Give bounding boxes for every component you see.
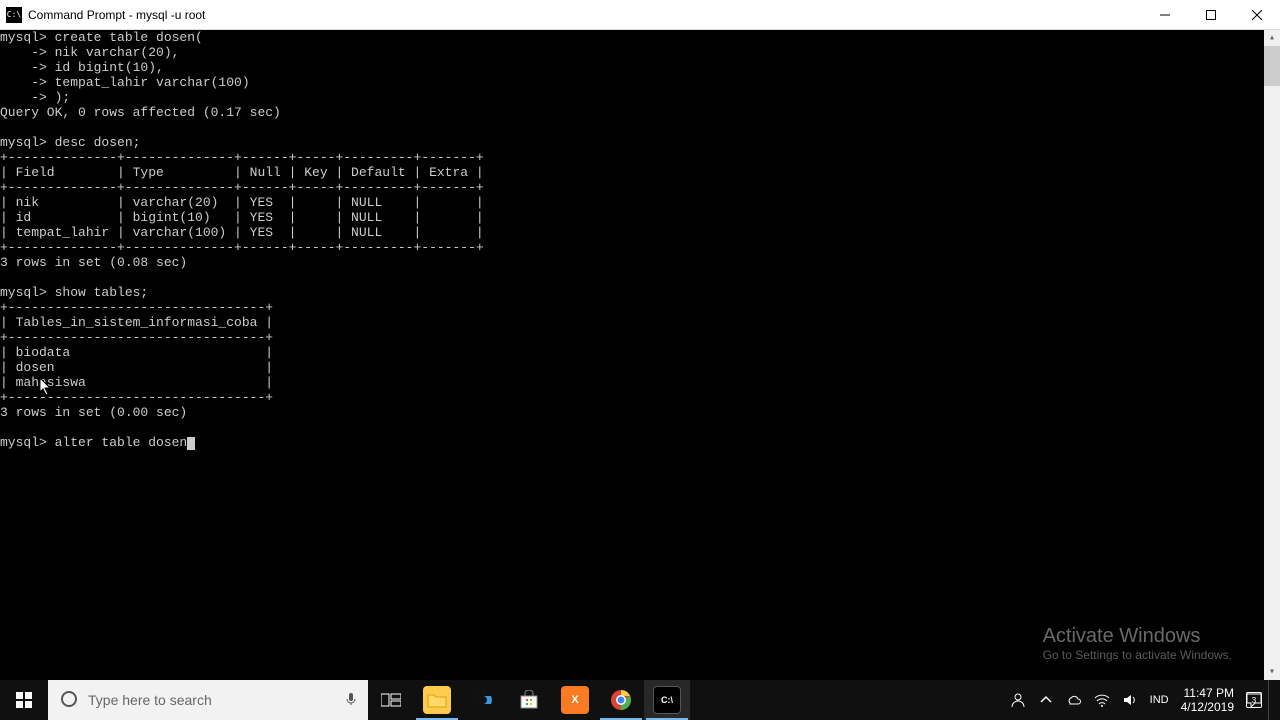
term-line: 3 rows in set (0.00 sec) [0,405,187,420]
watermark-title: Activate Windows [1043,625,1232,648]
scroll-track[interactable] [1264,46,1280,664]
tray-clock[interactable]: 11:47 PM 4/12/2019 [1175,680,1240,720]
term-line: | id | bigint(10) | YES | | NULL | | [0,210,484,225]
term-line: | nik | varchar(20) | YES | | NULL | | [0,195,484,210]
term-line: -> tempat_lahir varchar(100) [0,75,250,90]
cmd-icon: C:\ [6,7,22,23]
scroll-thumb[interactable] [1264,46,1280,86]
term-line: mysql> desc dosen; [0,135,140,150]
taskbar-app-store[interactable] [506,680,552,720]
tray-ime-label: IND [1150,694,1169,706]
mic-icon[interactable] [344,692,358,709]
taskbar: Type here to search X C:\ [0,680,1280,720]
search-placeholder: Type here to search [88,692,212,708]
term-line: | tempat_lahir | varchar(100) | YES | | … [0,225,484,240]
folder-icon [423,686,451,714]
taskbar-search[interactable]: Type here to search [48,680,368,720]
taskbar-app-cmd[interactable]: C:\ [644,680,690,720]
term-line: +---------------------------------+ [0,300,273,315]
maximize-button[interactable] [1188,0,1234,30]
term-line: +--------------+--------------+------+--… [0,180,484,195]
taskbar-app-chrome[interactable] [598,680,644,720]
vertical-scrollbar[interactable]: ▴ ▾ [1264,30,1280,680]
xampp-icon: X [561,686,589,714]
tray-network-icon[interactable] [1088,680,1116,720]
store-icon [515,686,543,714]
close-button[interactable] [1234,0,1280,30]
tray-onedrive-icon[interactable] [1060,680,1088,720]
tray-people-icon[interactable] [1004,680,1032,720]
tray-ime[interactable]: IND [1144,680,1175,720]
tray-date: 4/12/2019 [1181,700,1234,714]
notif-count: 3 [1252,696,1256,705]
show-desktop-button[interactable] [1268,680,1274,720]
term-line: mysql> create table dosen( [0,30,203,45]
taskbar-app-xampp[interactable]: X [552,680,598,720]
tray-volume-icon[interactable] [1116,680,1144,720]
tray-overflow-chevron[interactable] [1032,680,1060,720]
task-view-button[interactable] [368,680,414,720]
term-line: -> ); [0,90,70,105]
minimize-button[interactable] [1142,0,1188,30]
term-line: | biodata | [0,345,273,360]
term-line: Query OK, 0 rows affected (0.17 sec) [0,105,281,120]
term-line: -> id bigint(10), [0,60,164,75]
text-cursor [187,437,195,450]
term-line: | Field | Type | Null | Key | Default | … [0,165,484,180]
window-titlebar: C:\ Command Prompt - mysql -u root [0,0,1280,30]
terminal-output[interactable]: mysql> create table dosen( -> nik varcha… [0,30,1264,680]
taskbar-app-edge[interactable] [460,680,506,720]
term-line: | mahasiswa | [0,375,273,390]
edge-icon [469,686,497,714]
cortana-icon [60,690,78,711]
term-line: | Tables_in_sistem_informasi_coba | [0,315,273,330]
activate-windows-watermark: Activate Windows Go to Settings to activ… [1043,625,1232,662]
term-prompt-line: mysql> alter table dosen [0,435,187,450]
tray-action-center[interactable]: 3 [1240,680,1268,720]
term-line: | dosen | [0,360,273,375]
scroll-down-arrow[interactable]: ▾ [1264,664,1280,680]
watermark-subtitle: Go to Settings to activate Windows. [1043,648,1232,662]
chrome-icon [607,686,635,714]
term-line: +---------------------------------+ [0,330,273,345]
term-line: -> nik varchar(20), [0,45,179,60]
term-line: +--------------+--------------+------+--… [0,150,484,165]
scroll-up-arrow[interactable]: ▴ [1264,30,1280,46]
term-line: +---------------------------------+ [0,390,273,405]
system-tray: IND 11:47 PM 4/12/2019 3 [1004,680,1280,720]
term-line: mysql> show tables; [0,285,148,300]
cmd-taskbar-icon: C:\ [653,686,681,714]
taskbar-app-file-explorer[interactable] [414,680,460,720]
term-line: 3 rows in set (0.08 sec) [0,255,187,270]
tray-time: 11:47 PM [1181,686,1234,700]
window-title: Command Prompt - mysql -u root [28,8,205,22]
term-line: +--------------+--------------+------+--… [0,240,484,255]
start-button[interactable] [0,680,48,720]
